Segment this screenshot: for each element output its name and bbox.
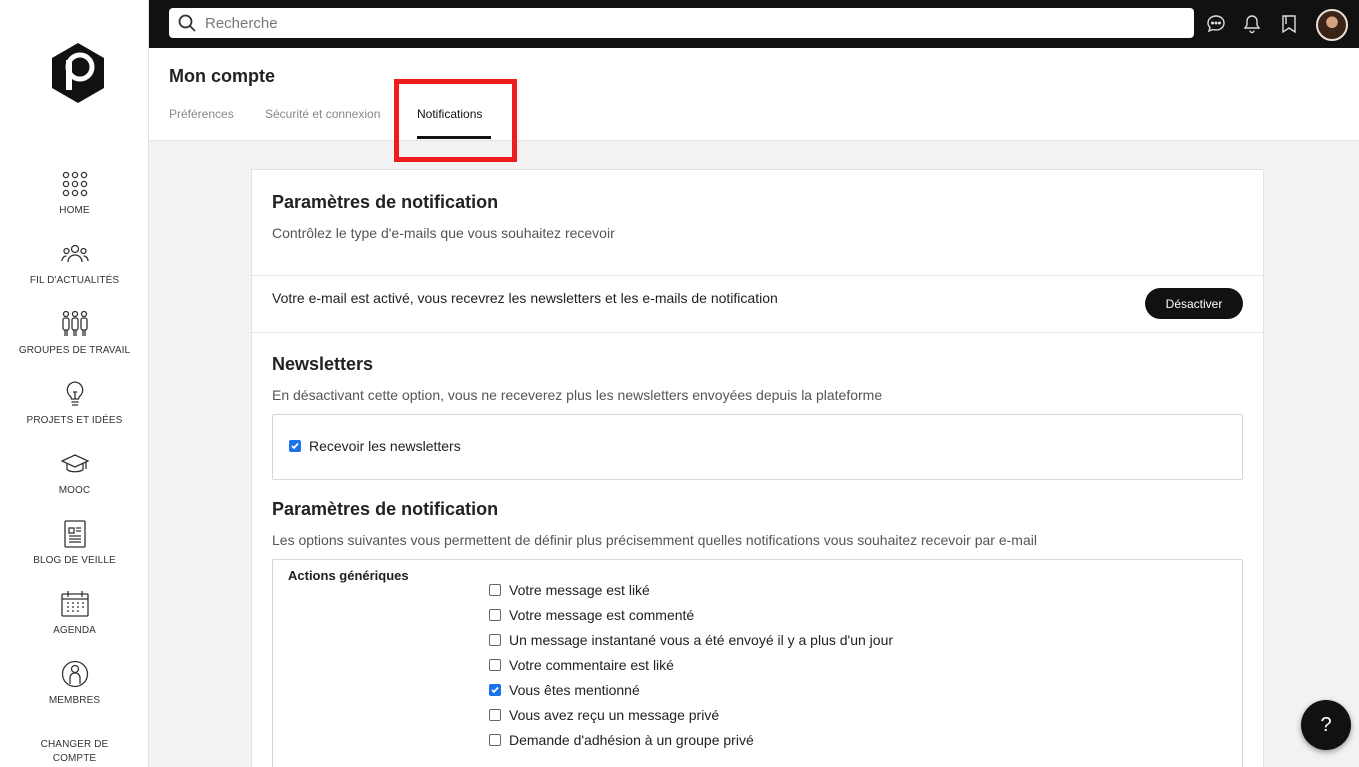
notification-checkbox[interactable] [489,684,501,696]
checkbox-label: Un message instantané vous a été envoyé … [509,632,894,648]
sidebar-item-agenda[interactable]: AGENDA [0,590,149,638]
notification-checkbox[interactable] [489,609,501,621]
sidebar-item-news-feed[interactable]: FIL D'ACTUALITÉS [0,240,149,288]
top-bar [149,0,1359,48]
search-input[interactable] [205,8,1180,38]
sidebar-item-label: MOOC [58,485,91,496]
notification-checkbox[interactable] [489,709,501,721]
team-icon [61,310,88,336]
graduation-cap-icon [60,454,89,473]
checkbox-label: Vous êtes mentionné [509,682,640,698]
newsletters-option[interactable]: Recevoir les newsletters [289,438,461,454]
sidebar-item-label: MEMBRES [48,695,101,706]
checkbox-label: Recevoir les newsletters [309,438,461,454]
switch-account-label: CHANGER DE COMPTE UTILISATEUR [40,739,109,764]
deactivate-button[interactable]: Désactiver [1145,288,1243,319]
notification-checkbox[interactable] [489,734,501,746]
checkbox-label: Vous avez reçu un message privé [509,707,720,723]
sidebar-item-label: HOME [59,205,90,216]
notification-checkbox[interactable] [489,634,501,646]
notification-settings-description: Les options suivantes vous permettent de… [272,532,1037,548]
calendar-icon [60,591,89,617]
switch-account-link[interactable]: CHANGER DE COMPTE UTILISATEUR [0,738,149,767]
newsletters-description: En désactivant cette option, vous ne rec… [272,387,883,403]
notification-option[interactable]: Votre message est liké [489,582,650,598]
sidebar-item-label: AGENDA [53,625,96,636]
notification-option[interactable]: Vous êtes mentionné [489,682,640,698]
sidebar-item-home[interactable]: HOME [0,170,149,218]
email-status-text: Votre e-mail est activé, vous recevrez l… [272,290,778,306]
grid-dots-icon [62,171,87,197]
tab-security[interactable]: Sécurité et connexion [265,107,380,121]
search-bar [169,8,1194,38]
help-button[interactable]: ? [1301,700,1351,750]
newsletters-box: Recevoir les newsletters [272,414,1243,480]
document-icon [63,520,86,548]
checkbox-label: Votre message est liké [509,582,650,598]
notification-checkbox[interactable] [489,659,501,671]
tab-preferences[interactable]: Préférences [169,107,234,121]
notification-options-box: Actions génériques Votre message est lik… [272,559,1243,767]
notification-option[interactable]: Vous avez reçu un message privé [489,707,719,723]
divider [252,332,1263,333]
sidebar-item-mooc[interactable]: MOOC [0,450,149,498]
notifications-card: Paramètres de notification Contrôlez le … [251,169,1264,767]
lightbulb-icon [66,381,83,406]
newsletters-title: Newsletters [272,354,374,374]
highlight-box [394,79,517,162]
sidebar-item-label: GROUPES DE TRAVAIL [18,345,131,356]
page-title: Mon compte [169,66,275,86]
notification-option[interactable]: Demande d'adhésion à un groupe privé [489,732,754,748]
notification-settings-title: Paramètres de notification [272,499,499,519]
divider [252,275,1263,276]
avatar[interactable] [1316,9,1348,41]
sidebar-item-label: PROJETS ET IDÉES [26,415,123,426]
sidebar: HOME FIL D'ACTUALITÉS GROUPES DE TRAVAIL… [0,0,149,767]
notification-option[interactable]: Votre commentaire est liké [489,657,674,673]
sidebar-item-workgroups[interactable]: GROUPES DE TRAVAIL [0,310,149,358]
checkbox-label: Demande d'adhésion à un groupe privé [509,732,754,748]
bell-icon[interactable] [1242,14,1262,34]
sidebar-item-projects[interactable]: PROJETS ET IDÉES [0,380,149,428]
page-header: Mon compte Préférences Sécurité et conne… [149,48,1359,162]
sidebar-item-label: FIL D'ACTUALITÉS [29,275,120,286]
search-icon [178,14,196,32]
newsletters-checkbox[interactable] [289,440,301,452]
notification-checkbox[interactable] [489,584,501,596]
notification-option[interactable]: Un message instantané vous a été envoyé … [489,632,893,648]
checkbox-label: Votre message est commenté [509,607,695,623]
sidebar-item-label: BLOG DE VEILLE [33,555,116,566]
user-circle-icon [61,660,88,688]
hexagon-p-logo[interactable] [50,42,106,104]
checkbox-label: Votre commentaire est liké [509,657,674,673]
chat-icon[interactable] [1206,14,1226,34]
bookmark-icon[interactable] [1279,14,1299,34]
notification-option[interactable]: Votre message est commenté [489,607,694,623]
group-label: Actions génériques [288,568,409,583]
sidebar-item-members[interactable]: MEMBRES [0,660,149,708]
card-subtitle: Contrôlez le type d'e-mails que vous sou… [272,225,615,241]
sidebar-item-blog[interactable]: BLOG DE VEILLE [0,520,149,568]
people-group-icon [60,244,89,263]
card-title: Paramètres de notification [272,192,499,212]
